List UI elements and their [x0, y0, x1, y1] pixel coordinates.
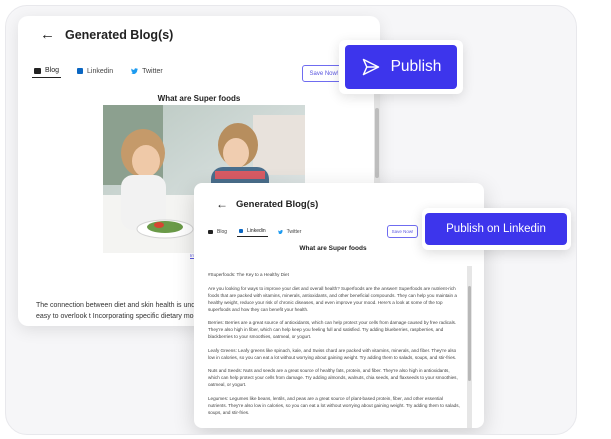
page-title: Generated Blog(s) [236, 198, 319, 210]
tab-twitter[interactable]: Twitter [276, 227, 304, 237]
scrollbar[interactable] [467, 266, 472, 428]
scrollbar-thumb[interactable] [468, 286, 471, 381]
tab-linkedin[interactable]: Linkedin [75, 65, 115, 78]
tab-blog[interactable]: Blog [206, 227, 229, 237]
tab-label: Linkedin [87, 67, 114, 75]
tab-twitter[interactable]: Twitter [129, 65, 165, 78]
send-icon [362, 58, 379, 76]
post-paragraph: Nuts and Seeds: Nuts and seeds are a gre… [208, 368, 458, 387]
tab-label: Linkedin [247, 228, 266, 234]
blog-icon [208, 229, 213, 234]
save-now-button[interactable]: Save Now! [387, 225, 418, 238]
publish-label: Publish [390, 58, 442, 75]
twitter-icon [277, 229, 283, 234]
post-paragraph: Legumes: Legumes like beans, lentils, an… [208, 395, 460, 415]
tab-label: Blog [217, 228, 228, 235]
window-header: ← Generated Blog(s) [40, 26, 173, 43]
tab-bar: Blog Linkedin Twitter [206, 226, 303, 237]
publish-linkedin-card: Publish on Linkedin [422, 208, 571, 250]
linkedin-icon [239, 229, 244, 233]
publish-card: Publish [339, 40, 463, 94]
post-paragraph: Leafy Greens: Leafy greens like spinach,… [208, 347, 457, 360]
tab-label: Blog [45, 67, 60, 74]
back-arrow-icon[interactable]: ← [216, 197, 228, 211]
publish-on-linkedin-button[interactable]: Publish on Linkedin [425, 213, 567, 245]
page-title: Generated Blog(s) [65, 27, 174, 42]
tab-linkedin[interactable]: Linkedin [237, 226, 268, 237]
blog-icon [34, 67, 41, 74]
post-paragraph: Berries: Berries are a great source of a… [208, 320, 457, 339]
linkedin-post-body: #Superfoods: The Key to a Healthy Diet A… [208, 271, 460, 422]
tab-bar: Blog Linkedin Twitter [32, 64, 165, 78]
publish-button[interactable]: Publish [345, 45, 457, 89]
back-arrow-icon[interactable]: ← [40, 26, 55, 43]
tab-label: Twitter [286, 228, 302, 235]
post-paragraph: Are you looking for ways to improve your… [208, 285, 457, 312]
twitter-icon [131, 68, 139, 74]
document-title: What are Super foods [157, 94, 241, 103]
tab-label: Twitter [142, 67, 163, 75]
linkedin-icon [77, 68, 84, 74]
post-paragraph: #Superfoods: The Key to a Healthy Diet [208, 272, 289, 277]
tab-blog[interactable]: Blog [32, 64, 62, 78]
scrollbar-thumb[interactable] [375, 108, 379, 178]
showcase-frame: ← Generated Blog(s) Blog Linkedin Twitte… [5, 5, 577, 435]
window-header: ← Generated Blog(s) [216, 197, 318, 211]
